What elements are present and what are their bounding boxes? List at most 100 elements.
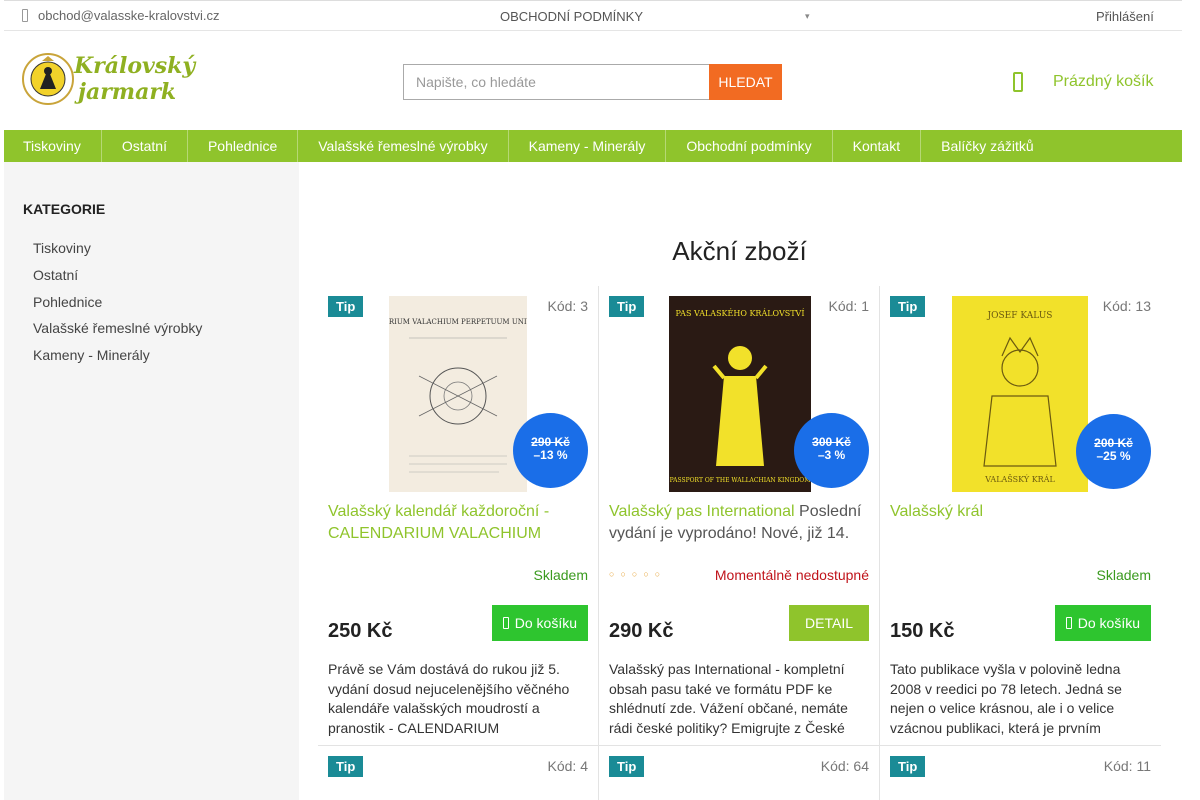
book-cover-image: JOSEF KALUS VALAŠSKÝ KRÁL <box>952 296 1088 492</box>
calendar-cover-image: CALENDARIUM VALACHIUM PERPETUUM UNIVERSA… <box>389 296 527 492</box>
site-logo[interactable]: Královský jarmark <box>22 49 195 111</box>
sidebar-item-ostatni[interactable]: Ostatní <box>33 265 202 292</box>
discount-badge: 200 Kč –25 % <box>1076 414 1151 489</box>
search-input[interactable] <box>403 64 709 100</box>
product-name-text[interactable]: Valašský kalendář každoroční - CALENDARI… <box>328 503 549 542</box>
button-label: Do košíku <box>514 615 577 631</box>
product-name-text[interactable]: Valašský pas International <box>609 503 795 520</box>
search-button[interactable]: HLEDAT <box>709 64 782 100</box>
logo-wordmark: Královský jarmark <box>74 53 195 105</box>
product-description: Tato publikace vyšla v polovině ledna 20… <box>890 661 1122 736</box>
tip-badge: Tip <box>890 756 926 777</box>
product-code: Kód: 11 <box>1103 758 1151 774</box>
star-icon: ○ <box>620 569 632 579</box>
product-code: Kód: 1 <box>828 298 869 314</box>
tip-badge: Tip <box>890 296 926 317</box>
product-name[interactable]: Valašský pas International Poslední vydá… <box>609 501 871 545</box>
stock-status: Momentálně nedostupné <box>714 567 869 583</box>
search-bar: HLEDAT <box>403 64 782 100</box>
product-card: Tip Kód: 13 JOSEF KALUS VALAŠSKÝ KRÁL 20… <box>880 286 1161 746</box>
image-caption: PAS VALASKÉHO KRÁLOVSTVÍ <box>676 309 805 318</box>
chevron-down-icon[interactable]: ▾ <box>805 11 810 22</box>
phone-icon <box>22 9 28 22</box>
star-icon: ○ <box>609 569 621 579</box>
logo-line1: Královský <box>74 53 196 79</box>
sidebar-item-tiskoviny[interactable]: Tiskoviny <box>33 238 202 265</box>
bag-icon <box>502 617 509 629</box>
tip-badge: Tip <box>609 296 645 317</box>
nav-item-kontakt[interactable]: Kontakt <box>833 130 922 162</box>
stock-status: Skladem <box>533 567 588 583</box>
tip-badge: Tip <box>609 756 645 777</box>
discount-percent: –25 % <box>1096 449 1131 463</box>
email-text[interactable]: obchod@valasske-kralovstvi.cz <box>38 8 220 23</box>
image-caption: JOSEF KALUS <box>987 311 1053 321</box>
cart-widget[interactable]: Prázdný košík <box>1013 72 1153 92</box>
product-price: 150 Kč <box>890 620 955 642</box>
nav-item-tiskoviny[interactable]: Tiskoviny <box>4 130 102 162</box>
crest-emblem-icon <box>22 53 74 105</box>
nav-item-kameny-mineraly[interactable]: Kameny - Minerály <box>509 130 667 162</box>
product-name[interactable]: Valašský kalendář každoroční - CALENDARI… <box>328 501 590 545</box>
product-code: Kód: 3 <box>547 298 588 314</box>
tip-badge: Tip <box>328 296 364 317</box>
add-to-cart-button[interactable]: Do košíku <box>1054 605 1151 641</box>
stock-status: Skladem <box>1096 567 1151 583</box>
product-code: Kód: 13 <box>1102 298 1151 314</box>
nav-item-remeslne-vyrobky[interactable]: Valašské řemeslné výrobky <box>298 130 509 162</box>
nav-item-pohlednice[interactable]: Pohlednice <box>188 130 299 162</box>
login-link[interactable]: Přihlášení <box>1096 9 1154 24</box>
bag-icon <box>1065 617 1072 629</box>
product-description: Právě se Vám dostává do rukou již 5. vyd… <box>328 661 570 736</box>
rating-stars: ○○○○○ <box>609 569 666 579</box>
terms-link[interactable]: OBCHODNÍ PODMÍNKY <box>500 9 643 24</box>
detail-button[interactable]: DETAIL <box>789 605 869 641</box>
main-nav: Tiskoviny Ostatní Pohlednice Valašské ře… <box>4 130 1182 162</box>
product-image[interactable]: CALENDARIUM VALACHIUM PERPETUUM UNIVERSA… <box>389 296 527 492</box>
product-image[interactable]: JOSEF KALUS VALAŠSKÝ KRÁL <box>952 296 1088 492</box>
product-name[interactable]: Valašský král <box>890 501 1152 523</box>
product-card: Tip Kód: 64 <box>599 746 880 800</box>
product-card: Tip Kód: 11 <box>880 746 1161 800</box>
discount-badge: 300 Kč –3 % <box>794 413 869 488</box>
star-icon: ○ <box>631 569 644 579</box>
contact-email[interactable]: obchod@valasske-kralovstvi.cz <box>22 8 220 23</box>
cart-label[interactable]: Prázdný košík <box>1053 73 1153 91</box>
product-description: Valašský pas International - kompletní o… <box>609 661 848 736</box>
image-caption-2: PASSPORT OF THE WALLACHIAN KINGDOM <box>670 477 811 484</box>
nav-item-ostatni[interactable]: Ostatní <box>102 130 188 162</box>
product-grid-row-2: Tip Kód: 4 Tip Kód: 64 Tip Kód: 11 <box>318 746 1161 800</box>
product-card: Tip Kód: 1 PAS VALASKÉHO KRÁLOVSTVÍ PASS… <box>599 286 880 746</box>
star-icon: ○ <box>643 569 655 579</box>
top-bar: obchod@valasske-kralovstvi.cz OBCHODNÍ P… <box>4 0 1182 31</box>
product-card: Tip Kód: 3 CALENDARIUM VALACHIUM PERPETU… <box>318 286 599 746</box>
nav-item-balicky-zazitku[interactable]: Balíčky zážitků <box>921 130 1054 162</box>
button-label: Do košíku <box>1077 615 1140 631</box>
page-title: Akční zboží <box>672 236 807 266</box>
nav-item-obchodni-podminky[interactable]: Obchodní podmínky <box>666 130 833 162</box>
sidebar-item-kameny-mineraly[interactable]: Kameny - Minerály <box>33 345 202 372</box>
product-image[interactable]: PAS VALASKÉHO KRÁLOVSTVÍ PASSPORT OF THE… <box>669 296 811 492</box>
add-to-cart-button[interactable]: Do košíku <box>491 605 588 641</box>
passport-cover-image: PAS VALASKÉHO KRÁLOVSTVÍ PASSPORT OF THE… <box>669 296 811 492</box>
product-card: Tip Kód: 4 <box>318 746 599 800</box>
image-caption-2: VALAŠSKÝ KRÁL <box>984 475 1055 484</box>
cart-icon <box>1013 72 1023 92</box>
sidebar-item-remeslne-vyrobky[interactable]: Valašské řemeslné výrobky <box>33 318 202 345</box>
star-icon: ○ <box>654 569 667 579</box>
product-price: 250 Kč <box>328 620 393 642</box>
product-price: 290 Kč <box>609 620 674 642</box>
discount-badge: 290 Kč –13 % <box>513 413 588 488</box>
tip-badge: Tip <box>328 756 364 777</box>
product-code: Kód: 4 <box>547 758 588 774</box>
category-sidebar: KATEGORIE Tiskoviny Ostatní Pohlednice V… <box>4 162 299 800</box>
sidebar-title: KATEGORIE <box>23 201 106 217</box>
product-name-text[interactable]: Valašský král <box>890 503 983 520</box>
discount-percent: –13 % <box>533 448 568 462</box>
discount-percent: –3 % <box>817 448 846 462</box>
sidebar-item-pohlednice[interactable]: Pohlednice <box>33 292 202 319</box>
category-list: Tiskoviny Ostatní Pohlednice Valašské ře… <box>33 238 202 372</box>
image-caption: CALENDARIUM VALACHIUM PERPETUUM UNIVERSA… <box>389 318 527 326</box>
product-code: Kód: 64 <box>820 758 869 774</box>
logo-line2: jarmark <box>78 79 177 105</box>
